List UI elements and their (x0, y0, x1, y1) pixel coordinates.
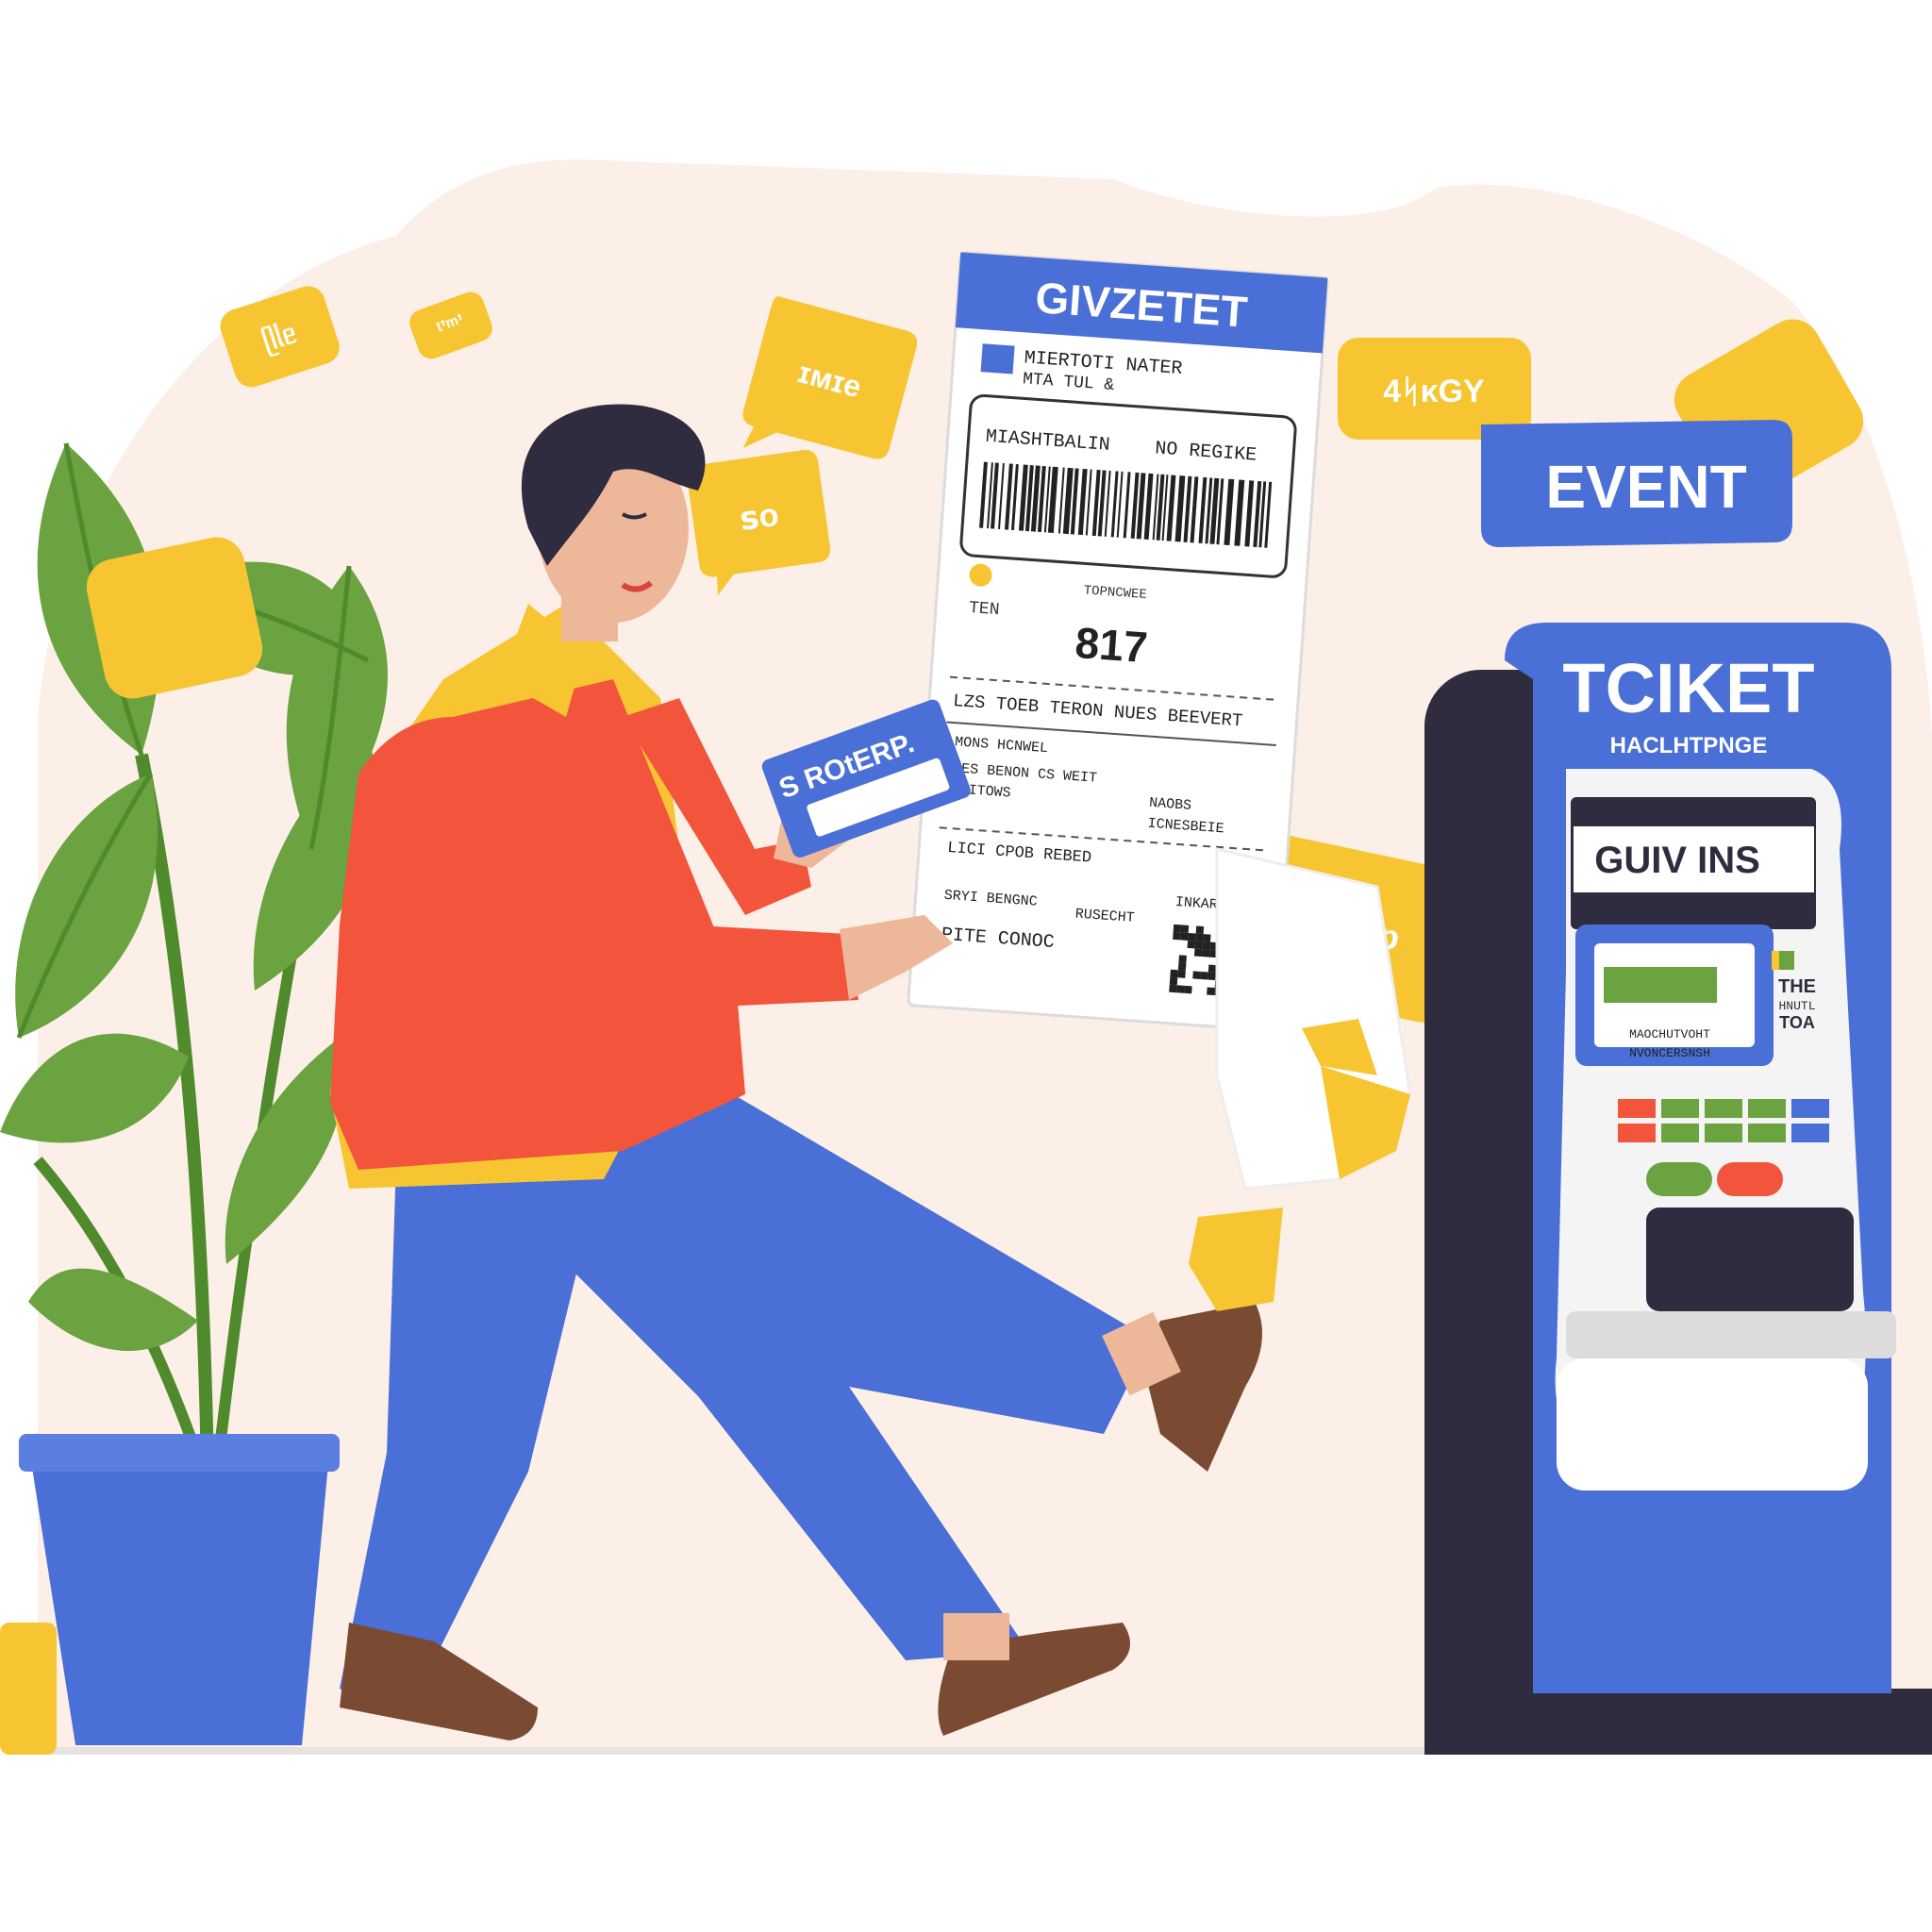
qr-module (1184, 985, 1192, 994)
ticket-line-e: NAOBS (1149, 795, 1192, 814)
keypad-key[interactable] (1791, 1099, 1829, 1118)
kiosk-tray-bottom (1557, 1358, 1868, 1491)
qr-module (1194, 941, 1204, 950)
qr-module (1173, 931, 1181, 941)
qr-module (1176, 985, 1185, 993)
qr-module (1177, 970, 1186, 978)
qr-module (1170, 969, 1178, 978)
qr-module (1177, 962, 1187, 971)
keypad-key[interactable] (1661, 1124, 1699, 1142)
yellow-block (0, 1623, 57, 1755)
qr-module (1193, 948, 1203, 958)
kiosk-display-bar (1604, 967, 1717, 1003)
kiosk-subtitle: HACLHTPNGE (1610, 733, 1768, 758)
ticket-number: 817 (1074, 618, 1149, 672)
qr-module (1203, 934, 1211, 942)
qr-module (1208, 972, 1216, 981)
keypad-key[interactable] (1618, 1124, 1656, 1142)
plant-pot (28, 1443, 330, 1745)
plant-pot-rim (19, 1434, 340, 1472)
qr-module (1207, 987, 1215, 996)
ticket-logo-icon (980, 343, 1015, 375)
keypad-key[interactable] (1661, 1099, 1699, 1118)
kiosk-screen-text: GUIV INS (1594, 840, 1760, 881)
qr-module (1173, 924, 1182, 933)
person-ankle (943, 1613, 1009, 1660)
kiosk-title: TCIKET (1562, 649, 1814, 727)
ticket-kiosk: TCIKET HACLHTPNGE GUIV INS MAOCHUTVOHT N… (1424, 623, 1932, 1755)
qr-module (1178, 955, 1187, 963)
keypad-key[interactable] (1705, 1124, 1742, 1142)
qr-module (1187, 940, 1196, 949)
qr-module (1195, 933, 1204, 942)
event-tag-label: EVENT (1545, 453, 1746, 521)
qr-module (1180, 924, 1190, 933)
qr-module (1208, 964, 1217, 974)
kiosk-red-button[interactable] (1717, 1162, 1783, 1196)
kiosk-side-text1: THE (1778, 976, 1816, 997)
kiosk-side-text2: HNUTL (1778, 999, 1815, 1013)
qr-module (1201, 949, 1210, 958)
keypad-key[interactable] (1748, 1099, 1786, 1118)
keypad-key[interactable] (1705, 1099, 1742, 1118)
kiosk-line1: MAOCHUTVOHT (1629, 1027, 1710, 1041)
qr-module (1192, 971, 1201, 979)
kiosk-indicator (1772, 951, 1779, 970)
kiosk-green-button[interactable] (1646, 1162, 1712, 1196)
bubble-text: 4ᛋᴋGY (1383, 374, 1485, 409)
event-tag: EVENT (1481, 420, 1792, 547)
qr-module (1195, 925, 1205, 935)
qr-module (1188, 932, 1196, 941)
qr-module (1180, 932, 1189, 941)
illustration-scene: ᥫᥣᥱ ᵗ’ᵐ’ ɪᴍɪe ꜱᴏ 4ᛋᴋGY SRIDp EVENT GIVZE… (0, 159, 1932, 1755)
qr-module (1200, 971, 1208, 980)
keypad-key[interactable] (1791, 1124, 1829, 1142)
bubble-text: ꜱᴏ (738, 497, 781, 538)
qr-module (1169, 976, 1178, 986)
kiosk-line2: NVONCERSNSH (1629, 1046, 1710, 1060)
keypad-key[interactable] (1748, 1124, 1786, 1142)
kiosk-side-text3: TOA (1779, 1013, 1815, 1032)
ticket-ten: TEN (968, 599, 1000, 620)
keypad-key[interactable] (1618, 1099, 1656, 1118)
kiosk-dispense-slot[interactable] (1646, 1208, 1854, 1311)
qr-module (1202, 941, 1211, 950)
kiosk-base (1424, 1689, 1932, 1755)
kiosk-tray (1566, 1311, 1896, 1358)
qr-module (1169, 984, 1177, 993)
